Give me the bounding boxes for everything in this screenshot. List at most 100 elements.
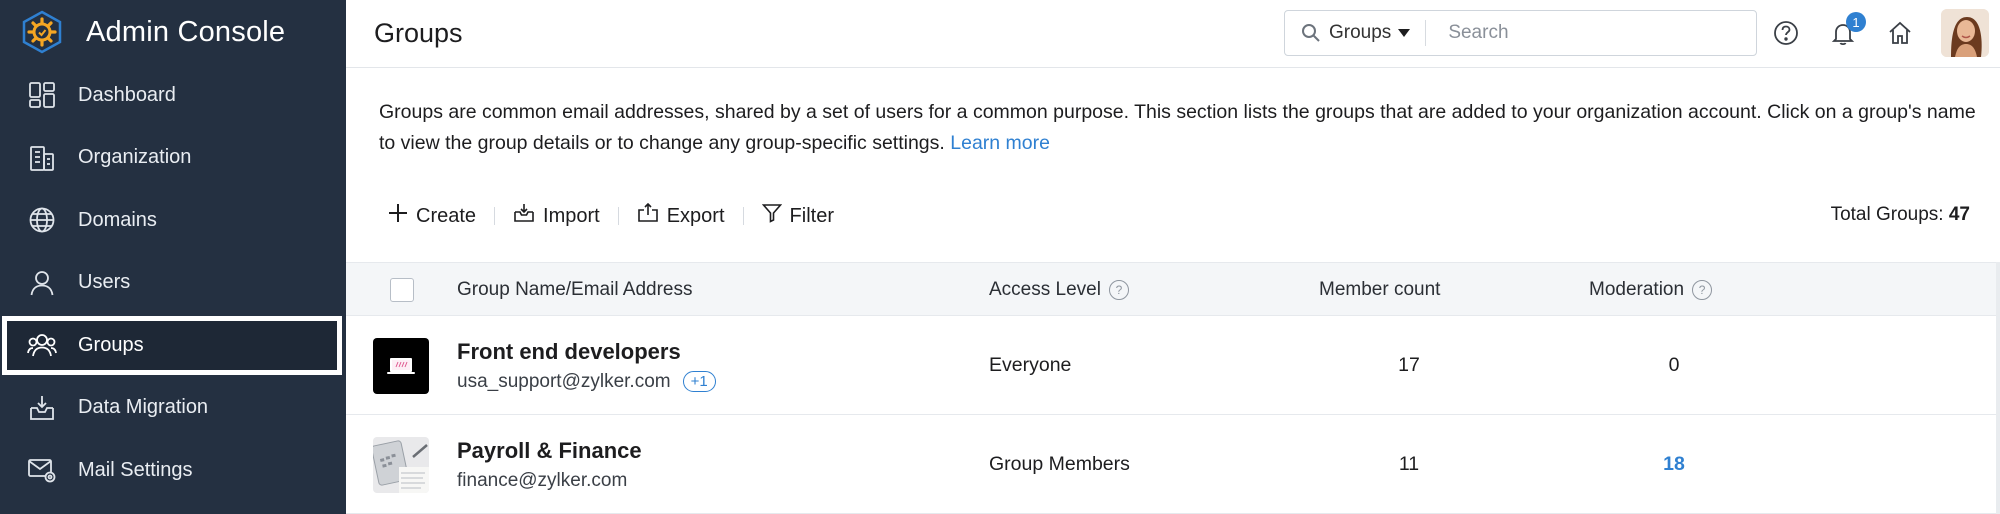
search-scope-dropdown[interactable]: Groups — [1329, 20, 1427, 46]
search-input[interactable] — [1448, 22, 1729, 44]
brand[interactable]: Admin Console — [0, 0, 346, 64]
description-text: Groups are common email addresses, share… — [379, 101, 1976, 154]
group-avatar — [373, 337, 429, 394]
column-header-label: Group Name/Email Address — [457, 279, 693, 300]
moderation-count-link[interactable]: 18 — [1663, 453, 1685, 476]
notification-bell-icon[interactable]: 1 — [1828, 12, 1866, 48]
group-thumbnail-cell — [373, 316, 429, 415]
access-level-cell: Group Members — [989, 453, 1130, 475]
access-level-cell: Everyone — [989, 354, 1072, 376]
home-icon[interactable] — [1885, 18, 1915, 48]
search-scope-label: Groups — [1329, 22, 1392, 43]
group-email-wrap: finance@zylker.com — [457, 470, 627, 492]
filter-button[interactable]: Filter — [761, 196, 834, 236]
group-email: finance@zylker.com — [457, 469, 628, 491]
inbox-download-icon — [26, 392, 58, 424]
total-groups-value: 47 — [1948, 204, 1970, 225]
group-icon — [26, 329, 58, 361]
export-icon — [637, 202, 659, 229]
import-label: Import — [543, 204, 600, 227]
sidebar-item-domains[interactable]: Domains — [0, 189, 346, 252]
sidebar-item-groups[interactable]: Groups — [0, 314, 346, 377]
sidebar-item-label: Mail Settings — [78, 458, 193, 481]
top-header: Groups Groups Search 1 — [346, 0, 2000, 68]
sidebar: Admin Console Dashboard Organization Dom… — [0, 0, 346, 514]
gear-logo-icon — [18, 8, 66, 56]
sidebar-item-users[interactable]: Users — [0, 252, 346, 315]
main-content: Groups Groups Search 1 Groups are common… — [346, 0, 2000, 514]
total-groups-label: Total Groups: — [1830, 204, 1949, 225]
filter-icon — [761, 203, 782, 229]
sidebar-nav: Dashboard Organization Domains Users Gro… — [0, 64, 346, 502]
user-icon — [26, 267, 58, 299]
table-scrollbar[interactable] — [1996, 262, 2000, 514]
total-groups: Total Groups: 47 — [1831, 204, 1970, 226]
sidebar-item-data-migration[interactable]: Data Migration — [0, 377, 346, 440]
table-header: Group Name/Email Address Access Level ? … — [346, 262, 2000, 316]
dashboard-icon — [26, 79, 58, 111]
group-email: usa_support@zylker.com — [457, 370, 671, 392]
table-row[interactable]: Payroll & Finance finance@zylker.com Gro… — [346, 415, 2000, 514]
sidebar-item-mail-settings[interactable]: Mail Settings — [0, 439, 346, 502]
group-email-wrap: usa_support@zylker.com +1 — [457, 371, 716, 393]
member-count-cell: 11 — [1398, 453, 1420, 475]
help-icon[interactable]: ? — [1108, 280, 1129, 300]
sidebar-item-label: Dashboard — [78, 83, 176, 106]
member-count-cell: 17 — [1398, 354, 1420, 376]
mail-settings-icon — [26, 454, 58, 486]
sidebar-item-label: Groups — [78, 333, 144, 356]
learn-more-link[interactable]: Learn more — [950, 132, 1050, 154]
import-button[interactable]: Import — [513, 196, 600, 236]
groups-description: Groups are common email addresses, share… — [379, 97, 1979, 159]
filter-label: Filter — [789, 204, 834, 227]
sidebar-item-label: Domains — [78, 208, 157, 231]
export-label: Export — [666, 204, 725, 227]
sidebar-item-organization[interactable]: Organization — [0, 127, 346, 190]
notification-badge: 1 — [1846, 12, 1866, 32]
search-box: Groups — [1284, 10, 1757, 56]
user-avatar[interactable] — [1941, 9, 1989, 57]
column-header-label: Moderation — [1589, 279, 1685, 300]
help-icon[interactable]: ? — [1692, 280, 1713, 300]
sidebar-item-label: Users — [78, 271, 131, 294]
sidebar-item-label: Organization — [78, 146, 192, 169]
search-icon — [1293, 23, 1329, 43]
group-name[interactable]: Front end developers — [457, 339, 681, 365]
moderation-cell: 18 — [1657, 415, 1691, 514]
sidebar-item-label: Data Migration — [78, 396, 209, 419]
help-icon[interactable] — [1771, 18, 1801, 48]
group-name-cell: Front end developers usa_support@zylker.… — [457, 316, 716, 415]
plus-icon — [388, 203, 408, 229]
divider — [742, 207, 744, 225]
group-thumbnail-cell — [373, 415, 429, 514]
select-all-checkbox[interactable] — [390, 278, 414, 302]
admin-console-app: Admin Console Dashboard Organization Dom… — [0, 0, 2000, 514]
create-button[interactable]: Create — [388, 196, 476, 236]
groups-toolbar: Create Import Export Filter Total Groups… — [346, 196, 2000, 236]
column-header-member-count[interactable]: Member count — [1319, 263, 1440, 317]
extra-emails-chip[interactable]: +1 — [682, 371, 716, 392]
globe-icon — [26, 204, 58, 236]
divider — [617, 207, 619, 225]
export-button[interactable]: Export — [637, 196, 725, 236]
import-icon — [513, 203, 535, 229]
divider — [494, 207, 496, 225]
moderation-cell: 0 — [1668, 354, 1680, 376]
groups-table: Group Name/Email Address Access Level ? … — [346, 262, 2000, 514]
select-all-cell — [390, 263, 414, 317]
column-header-group-name[interactable]: Group Name/Email Address — [457, 263, 693, 317]
group-avatar — [373, 436, 429, 493]
column-header-moderation[interactable]: Moderation ? — [1589, 263, 1713, 317]
column-header-label: Member count — [1319, 279, 1441, 300]
building-icon — [26, 142, 58, 174]
group-name-cell: Payroll & Finance finance@zylker.com — [457, 415, 642, 514]
caret-down-icon — [1397, 22, 1411, 44]
column-header-access-level[interactable]: Access Level ? — [989, 263, 1129, 317]
create-label: Create — [416, 204, 477, 227]
column-header-label: Access Level — [989, 279, 1101, 300]
group-name[interactable]: Payroll & Finance — [457, 438, 642, 464]
app-title: Admin Console — [86, 15, 286, 48]
page-title: Groups — [374, 18, 463, 48]
table-row[interactable]: Front end developers usa_support@zylker.… — [346, 316, 2000, 415]
sidebar-item-dashboard[interactable]: Dashboard — [0, 64, 346, 127]
